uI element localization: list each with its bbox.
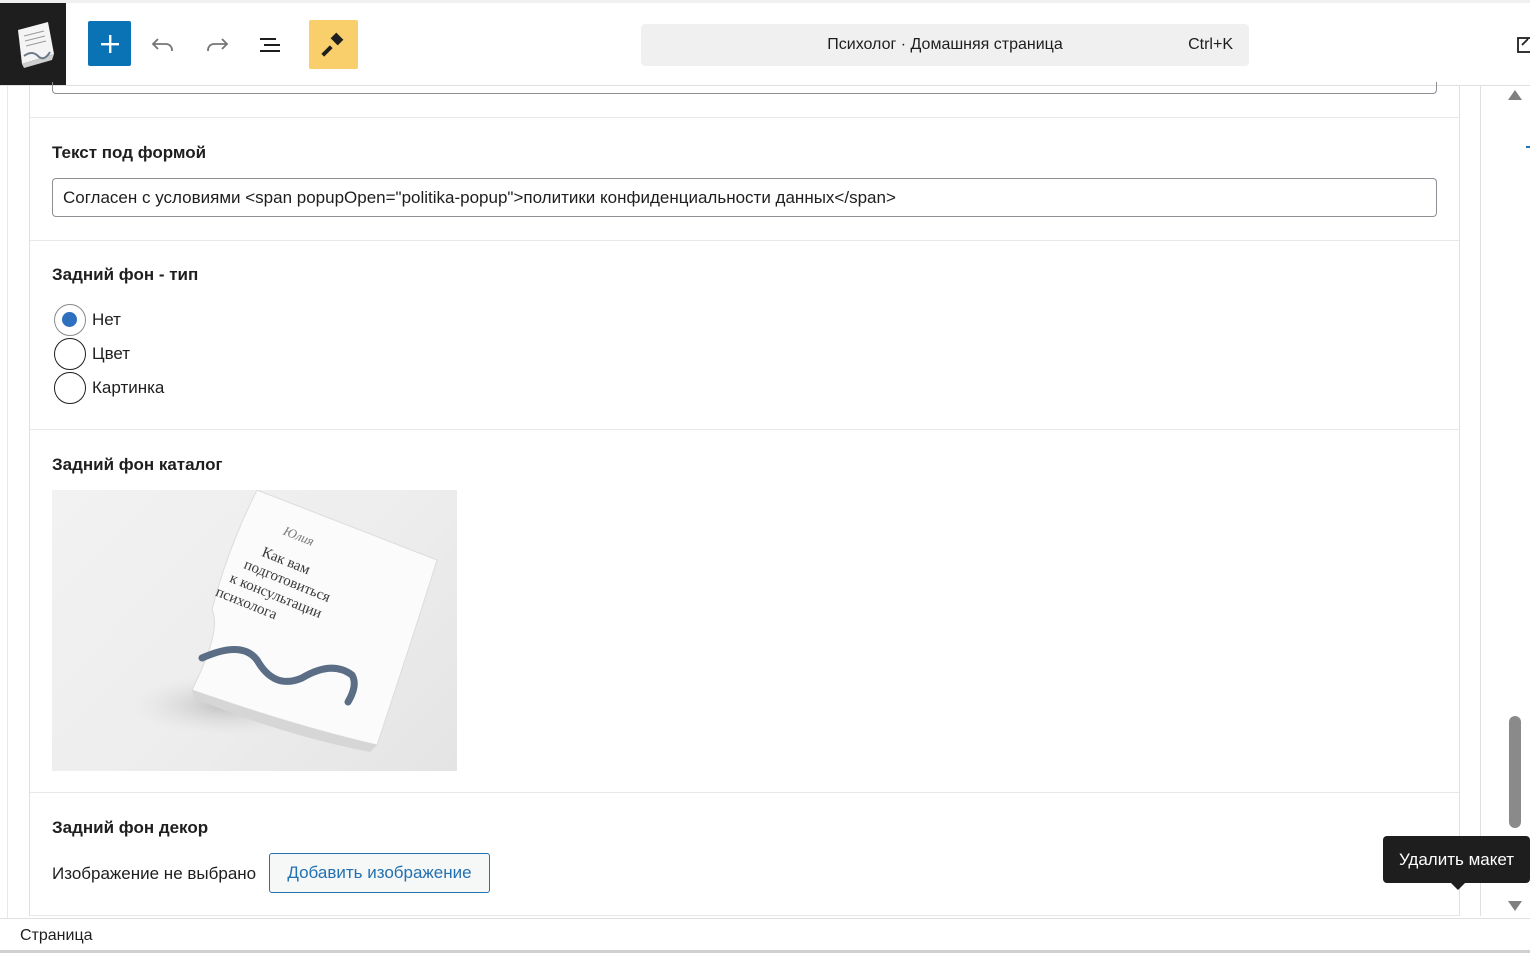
- scroll-thumb[interactable]: [1509, 716, 1521, 828]
- field-label: Текст под формой: [52, 143, 207, 162]
- field-background-catalog: Задний фон каталог Юлия Как вам подготов…: [30, 430, 1459, 793]
- radio-label: Нет: [92, 310, 121, 329]
- shortcut-hint: Ctrl+K: [1188, 36, 1233, 53]
- tools-button[interactable]: [309, 20, 358, 69]
- breadcrumb[interactable]: Страница: [20, 919, 93, 953]
- text-under-form-input[interactable]: Согласен с условиями <span popupOpen="po…: [52, 178, 1437, 217]
- field-background-type: Задний фон - тип Нет Цвет Картинка: [30, 241, 1459, 430]
- command-palette-bar[interactable]: Психолог · Домашняя страница Ctrl+K: [641, 24, 1249, 66]
- field-background-decor: Задний фон декор Изображение не выбрано …: [30, 793, 1459, 916]
- redo-icon: [207, 37, 229, 51]
- add-image-button[interactable]: Добавить изображение: [269, 853, 490, 893]
- divider: [1480, 86, 1481, 916]
- scroll-up-arrow-icon[interactable]: [1508, 90, 1522, 100]
- meta-fields-panel: Текст под формой Согласен с условиями <s…: [29, 82, 1460, 916]
- field-label: Задний фон - тип: [52, 265, 199, 284]
- field-label: Задний фон каталог: [52, 455, 223, 474]
- radio-option-image[interactable]: Картинка: [54, 372, 164, 404]
- paper-letter-illustration: Юлия Как вам подготовиться к консультаци…: [132, 490, 438, 752]
- radio-button[interactable]: [54, 338, 86, 370]
- undo-icon: [151, 37, 173, 51]
- radio-option-color[interactable]: Цвет: [54, 338, 130, 370]
- document-title: Психолог · Домашняя страница: [827, 36, 1063, 53]
- list-view-icon: [260, 37, 280, 52]
- redo-button[interactable]: [195, 20, 239, 69]
- editor-toolbar: Психолог · Домашняя страница Ctrl+K: [0, 0, 1530, 86]
- scroll-down-arrow-icon[interactable]: [1508, 901, 1522, 911]
- plus-icon: [100, 34, 119, 53]
- brush-icon: [320, 32, 343, 57]
- tooltip-delete-layout: Удалить макет: [1383, 836, 1530, 883]
- site-logo[interactable]: [0, 3, 66, 85]
- radio-label: Цвет: [92, 344, 131, 363]
- top-border: [0, 0, 1530, 3]
- view-page-icon[interactable]: [1516, 33, 1530, 57]
- editor-footer: Страница: [0, 918, 1530, 953]
- document-overview-button[interactable]: [249, 20, 293, 69]
- radio-option-none[interactable]: Нет: [54, 304, 121, 336]
- vertical-scrollbar[interactable]: [1500, 86, 1530, 916]
- radio-button[interactable]: [54, 372, 86, 404]
- undo-button[interactable]: [141, 20, 185, 69]
- tooltip-arrow: [1450, 882, 1466, 890]
- field-text-under-form: Текст под формой Согласен с условиями <s…: [30, 118, 1459, 241]
- previous-field-section: [30, 82, 1459, 118]
- previous-input[interactable]: [52, 82, 1437, 94]
- catalog-background-image[interactable]: Юлия Как вам подготовиться к консультаци…: [52, 490, 457, 771]
- radio-label: Картинка: [92, 378, 165, 397]
- field-label: Задний фон декор: [52, 818, 209, 837]
- radio-button[interactable]: [54, 304, 86, 336]
- paper-letter-icon: [18, 22, 54, 68]
- add-block-button[interactable]: [88, 21, 131, 66]
- no-image-text: Изображение не выбрано: [52, 864, 257, 883]
- left-gutter: [0, 86, 8, 918]
